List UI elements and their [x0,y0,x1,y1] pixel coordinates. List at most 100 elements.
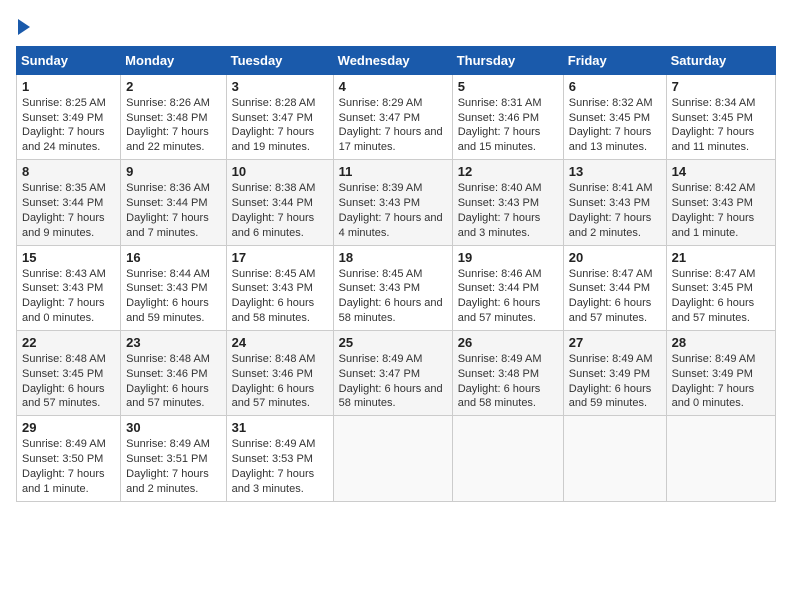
day-cell: 14 Sunrise: 8:42 AMSunset: 3:43 PMDaylig… [666,160,775,245]
week-row-5: 29 Sunrise: 8:49 AMSunset: 3:50 PMDaylig… [17,416,776,501]
day-cell: 11 Sunrise: 8:39 AMSunset: 3:43 PMDaylig… [333,160,452,245]
day-cell: 24 Sunrise: 8:48 AMSunset: 3:46 PMDaylig… [226,330,333,415]
week-row-2: 8 Sunrise: 8:35 AMSunset: 3:44 PMDayligh… [17,160,776,245]
day-number: 23 [126,335,220,350]
column-header-tuesday: Tuesday [226,46,333,74]
week-row-3: 15 Sunrise: 8:43 AMSunset: 3:43 PMDaylig… [17,245,776,330]
day-cell: 8 Sunrise: 8:35 AMSunset: 3:44 PMDayligh… [17,160,121,245]
day-number: 27 [569,335,661,350]
day-number: 10 [232,164,328,179]
day-cell: 28 Sunrise: 8:49 AMSunset: 3:49 PMDaylig… [666,330,775,415]
day-details: Sunrise: 8:48 AMSunset: 3:45 PMDaylight:… [22,353,106,410]
column-header-thursday: Thursday [452,46,563,74]
day-details: Sunrise: 8:26 AMSunset: 3:48 PMDaylight:… [126,97,210,154]
day-details: Sunrise: 8:49 AMSunset: 3:50 PMDaylight:… [22,438,106,495]
day-number: 7 [672,79,770,94]
day-number: 22 [22,335,115,350]
column-header-saturday: Saturday [666,46,775,74]
day-number: 17 [232,250,328,265]
column-header-wednesday: Wednesday [333,46,452,74]
day-number: 31 [232,420,328,435]
day-cell: 17 Sunrise: 8:45 AMSunset: 3:43 PMDaylig… [226,245,333,330]
day-cell: 31 Sunrise: 8:49 AMSunset: 3:53 PMDaylig… [226,416,333,501]
day-cell: 7 Sunrise: 8:34 AMSunset: 3:45 PMDayligh… [666,74,775,159]
column-header-sunday: Sunday [17,46,121,74]
day-cell: 20 Sunrise: 8:47 AMSunset: 3:44 PMDaylig… [563,245,666,330]
day-details: Sunrise: 8:47 AMSunset: 3:45 PMDaylight:… [672,268,756,325]
day-details: Sunrise: 8:32 AMSunset: 3:45 PMDaylight:… [569,97,653,154]
day-cell: 1 Sunrise: 8:25 AMSunset: 3:49 PMDayligh… [17,74,121,159]
day-cell: 2 Sunrise: 8:26 AMSunset: 3:48 PMDayligh… [121,74,226,159]
day-number: 5 [458,79,558,94]
day-number: 4 [339,79,447,94]
day-number: 19 [458,250,558,265]
day-number: 15 [22,250,115,265]
day-number: 30 [126,420,220,435]
day-cell: 27 Sunrise: 8:49 AMSunset: 3:49 PMDaylig… [563,330,666,415]
day-details: Sunrise: 8:49 AMSunset: 3:47 PMDaylight:… [339,353,443,410]
day-details: Sunrise: 8:28 AMSunset: 3:47 PMDaylight:… [232,97,316,154]
day-number: 28 [672,335,770,350]
day-details: Sunrise: 8:49 AMSunset: 3:49 PMDaylight:… [569,353,653,410]
day-cell: 16 Sunrise: 8:44 AMSunset: 3:43 PMDaylig… [121,245,226,330]
day-details: Sunrise: 8:49 AMSunset: 3:51 PMDaylight:… [126,438,210,495]
day-number: 12 [458,164,558,179]
week-row-1: 1 Sunrise: 8:25 AMSunset: 3:49 PMDayligh… [17,74,776,159]
day-cell: 26 Sunrise: 8:49 AMSunset: 3:48 PMDaylig… [452,330,563,415]
day-details: Sunrise: 8:29 AMSunset: 3:47 PMDaylight:… [339,97,443,154]
day-details: Sunrise: 8:47 AMSunset: 3:44 PMDaylight:… [569,268,653,325]
day-details: Sunrise: 8:46 AMSunset: 3:44 PMDaylight:… [458,268,542,325]
day-cell: 5 Sunrise: 8:31 AMSunset: 3:46 PMDayligh… [452,74,563,159]
day-number: 20 [569,250,661,265]
day-cell: 21 Sunrise: 8:47 AMSunset: 3:45 PMDaylig… [666,245,775,330]
day-cell: 23 Sunrise: 8:48 AMSunset: 3:46 PMDaylig… [121,330,226,415]
day-details: Sunrise: 8:36 AMSunset: 3:44 PMDaylight:… [126,182,210,239]
day-cell [333,416,452,501]
calendar-table: SundayMondayTuesdayWednesdayThursdayFrid… [16,46,776,502]
day-details: Sunrise: 8:44 AMSunset: 3:43 PMDaylight:… [126,268,210,325]
day-cell: 30 Sunrise: 8:49 AMSunset: 3:51 PMDaylig… [121,416,226,501]
day-number: 25 [339,335,447,350]
day-cell: 10 Sunrise: 8:38 AMSunset: 3:44 PMDaylig… [226,160,333,245]
day-details: Sunrise: 8:49 AMSunset: 3:49 PMDaylight:… [672,353,756,410]
week-row-4: 22 Sunrise: 8:48 AMSunset: 3:45 PMDaylig… [17,330,776,415]
day-cell: 19 Sunrise: 8:46 AMSunset: 3:44 PMDaylig… [452,245,563,330]
day-details: Sunrise: 8:43 AMSunset: 3:43 PMDaylight:… [22,268,106,325]
day-details: Sunrise: 8:49 AMSunset: 3:48 PMDaylight:… [458,353,542,410]
day-cell: 3 Sunrise: 8:28 AMSunset: 3:47 PMDayligh… [226,74,333,159]
day-details: Sunrise: 8:35 AMSunset: 3:44 PMDaylight:… [22,182,106,239]
day-number: 2 [126,79,220,94]
logo [16,16,30,36]
day-details: Sunrise: 8:40 AMSunset: 3:43 PMDaylight:… [458,182,542,239]
day-details: Sunrise: 8:25 AMSunset: 3:49 PMDaylight:… [22,97,106,154]
day-details: Sunrise: 8:42 AMSunset: 3:43 PMDaylight:… [672,182,756,239]
day-number: 14 [672,164,770,179]
day-cell: 13 Sunrise: 8:41 AMSunset: 3:43 PMDaylig… [563,160,666,245]
column-header-monday: Monday [121,46,226,74]
calendar-header-row: SundayMondayTuesdayWednesdayThursdayFrid… [17,46,776,74]
day-cell [666,416,775,501]
day-number: 1 [22,79,115,94]
day-cell: 9 Sunrise: 8:36 AMSunset: 3:44 PMDayligh… [121,160,226,245]
day-cell: 6 Sunrise: 8:32 AMSunset: 3:45 PMDayligh… [563,74,666,159]
day-details: Sunrise: 8:39 AMSunset: 3:43 PMDaylight:… [339,182,443,239]
day-number: 26 [458,335,558,350]
day-number: 29 [22,420,115,435]
day-cell: 25 Sunrise: 8:49 AMSunset: 3:47 PMDaylig… [333,330,452,415]
day-cell: 12 Sunrise: 8:40 AMSunset: 3:43 PMDaylig… [452,160,563,245]
day-details: Sunrise: 8:48 AMSunset: 3:46 PMDaylight:… [232,353,316,410]
day-number: 18 [339,250,447,265]
day-details: Sunrise: 8:34 AMSunset: 3:45 PMDaylight:… [672,97,756,154]
day-number: 16 [126,250,220,265]
day-number: 9 [126,164,220,179]
page-header [16,16,776,36]
day-cell: 29 Sunrise: 8:49 AMSunset: 3:50 PMDaylig… [17,416,121,501]
logo-arrow-icon [18,19,30,35]
day-cell: 18 Sunrise: 8:45 AMSunset: 3:43 PMDaylig… [333,245,452,330]
day-details: Sunrise: 8:41 AMSunset: 3:43 PMDaylight:… [569,182,653,239]
day-number: 21 [672,250,770,265]
day-number: 8 [22,164,115,179]
day-number: 11 [339,164,447,179]
day-details: Sunrise: 8:45 AMSunset: 3:43 PMDaylight:… [339,268,443,325]
day-details: Sunrise: 8:38 AMSunset: 3:44 PMDaylight:… [232,182,316,239]
